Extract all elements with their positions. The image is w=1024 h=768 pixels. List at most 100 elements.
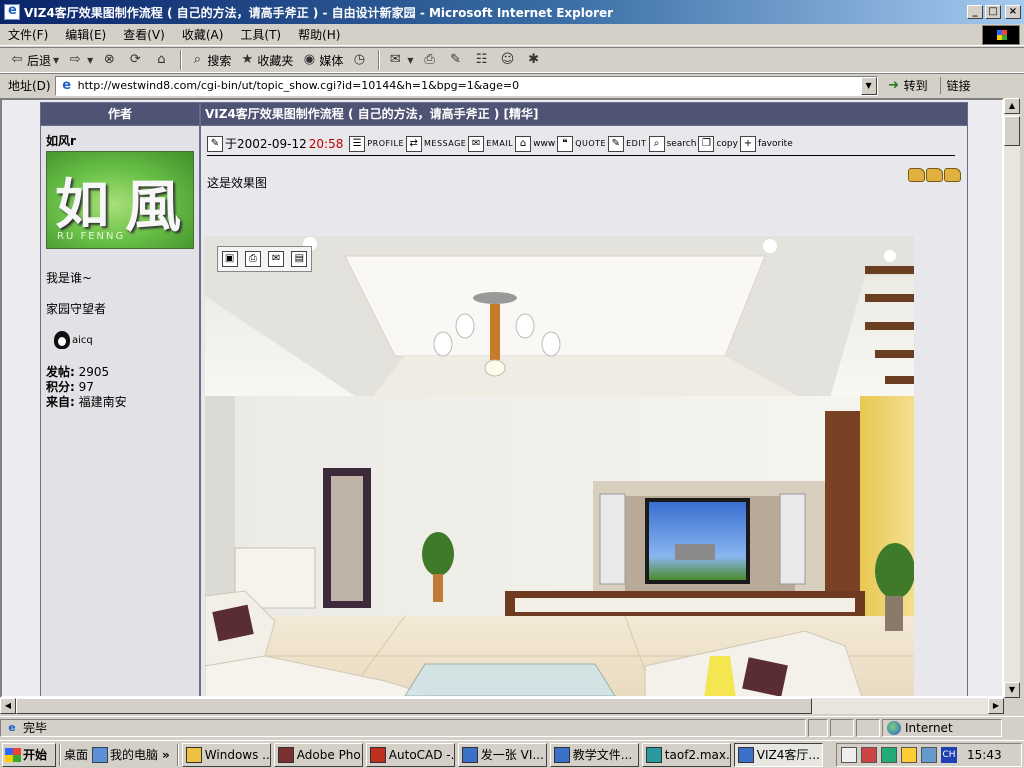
messenger-button[interactable]: ☺ — [497, 49, 521, 71]
clock[interactable]: 15:43 — [967, 748, 1002, 762]
home-button[interactable]: ⌂ — [150, 49, 174, 71]
tray-app-icon[interactable] — [881, 747, 897, 763]
search-icon: ⌕ — [648, 135, 665, 152]
warning-icon[interactable] — [901, 747, 917, 763]
scroll-up-button[interactable]: ▲ — [1004, 98, 1020, 114]
menu-bar: 文件(F) 编辑(E) 查看(V) 收藏(A) 工具(T) 帮助(H) — [0, 24, 1024, 46]
ie-icon[interactable] — [4, 3, 20, 20]
scroll-down-button[interactable]: ▼ — [1004, 682, 1020, 698]
from-location: 福建南安 — [78, 395, 127, 409]
task-button-autocad[interactable]: AutoCAD -... — [365, 742, 455, 767]
living-room-render-image[interactable]: ▣ ⎙ ✉ ▤ — [205, 236, 914, 696]
mail-button[interactable]: ✉ ▼ — [384, 49, 416, 71]
rating-thumbs — [908, 168, 961, 182]
task-button-max-file[interactable]: taof2.max... — [641, 742, 731, 767]
start-button[interactable]: 开始 — [2, 742, 56, 767]
address-dropdown-button[interactable]: ▼ — [860, 76, 877, 95]
my-pictures-icon[interactable]: ▤ — [291, 251, 308, 267]
minimize-button[interactable]: _ — [967, 5, 983, 19]
search-link[interactable]: ⌕ search — [648, 135, 696, 152]
quote-link[interactable]: ❝ QUOTE — [557, 135, 607, 152]
links-button[interactable]: 链接 — [939, 77, 971, 94]
author-name[interactable]: 如风r — [46, 132, 194, 149]
message-icon: ⇄ — [406, 135, 422, 152]
edit-link[interactable]: ✎ EDIT — [608, 135, 646, 152]
search-button[interactable]: ⌕ 搜索 — [186, 49, 234, 71]
task-button-windows[interactable]: Windows ... — [181, 742, 271, 767]
title-bar[interactable]: VIZ4客厅效果图制作流程 ( 自己的方法，请高手斧正 ) - 自由设计新家园 … — [0, 0, 1024, 24]
message-link[interactable]: ⇄ MESSAGE — [406, 135, 466, 152]
autocad-icon — [369, 746, 386, 763]
search-label: 搜索 — [207, 53, 232, 68]
horizontal-scroll-thumb[interactable] — [16, 698, 812, 714]
profile-link[interactable]: ☰ PROFILE — [349, 135, 404, 152]
favorites-button[interactable]: ★ 收藏夹 — [236, 49, 296, 71]
quote-label: QUOTE — [575, 139, 607, 148]
address-field[interactable]: e ▼ — [54, 75, 878, 96]
address-input[interactable] — [77, 79, 861, 92]
avatar: 如 風 RU FENNG — [46, 151, 194, 249]
history-button[interactable]: ◷ — [348, 49, 372, 71]
network-icon[interactable] — [921, 747, 937, 763]
horizontal-scrollbar[interactable]: ◀ ▶ — [0, 698, 1004, 714]
copy-link[interactable]: ❐ copy — [698, 135, 738, 152]
discuss-button[interactable]: ☷ — [471, 49, 495, 71]
qq-contact[interactable]: aicq — [54, 331, 194, 349]
computer-icon — [92, 746, 109, 763]
go-button[interactable]: ➜ 转到 — [886, 77, 927, 94]
task-button-teaching-files[interactable]: 教学文件... — [549, 742, 639, 767]
task-button-photoshop[interactable]: Adobe Pho... — [273, 742, 363, 767]
thumbs-up-icon[interactable] — [908, 168, 925, 182]
media-button[interactable]: ◉ 媒体 — [298, 49, 346, 71]
email-link[interactable]: ✉ EMAIL — [468, 135, 513, 152]
stop-icon: ⊗ — [103, 52, 115, 67]
task-label: Windows ... — [204, 747, 271, 762]
scroll-left-button[interactable]: ◀ — [0, 698, 16, 714]
quicklaunch-more-button[interactable]: » — [162, 748, 170, 762]
extra-tool-button[interactable]: ✱ — [523, 49, 547, 71]
stop-button[interactable]: ⊗ — [98, 49, 122, 71]
author-column-header: 作者 — [41, 103, 199, 125]
my-computer-shortcut[interactable]: 我的电脑 — [92, 744, 158, 766]
menu-tools[interactable]: 工具(T) — [240, 26, 281, 43]
tool-icon: ✱ — [528, 52, 539, 67]
print-image-icon[interactable]: ⎙ — [244, 251, 261, 267]
desktop-toolbar[interactable]: 桌面 — [64, 744, 88, 766]
task-button-current-ie[interactable]: VIZ4客厅... — [733, 742, 823, 767]
vertical-scrollbar[interactable]: ▲ ▼ — [1004, 98, 1020, 698]
forward-dropdown-icon[interactable]: ▼ — [87, 56, 93, 65]
back-button[interactable]: ⇦ 后退 ▼ — [6, 49, 62, 71]
close-button[interactable]: × — [1005, 5, 1021, 19]
forward-button[interactable]: ⇨ ▼ — [64, 49, 96, 71]
menu-favorites[interactable]: 收藏(A) — [182, 26, 224, 43]
www-link[interactable]: ⌂ www — [515, 135, 555, 152]
render-image-graphic — [205, 236, 914, 696]
mail-dropdown-icon[interactable]: ▼ — [407, 56, 413, 65]
save-image-icon[interactable]: ▣ — [221, 251, 238, 267]
vertical-scroll-thumb[interactable] — [1004, 116, 1020, 146]
menu-view[interactable]: 查看(V) — [123, 26, 165, 43]
ime-indicator[interactable]: CH — [941, 747, 957, 763]
scroll-right-button[interactable]: ▶ — [988, 698, 1004, 714]
avatar-caption: RU FENNG — [57, 231, 126, 242]
maximize-button[interactable]: □ — [985, 5, 1001, 19]
messenger-icon: ☺ — [500, 52, 515, 67]
menu-help[interactable]: 帮助(H) — [298, 26, 340, 43]
desktop-label: 桌面 — [64, 748, 89, 762]
thumbs-up-icon[interactable] — [944, 168, 961, 182]
email-image-icon[interactable]: ✉ — [268, 251, 285, 267]
edit-button[interactable]: ✎ — [445, 49, 469, 71]
menu-edit[interactable]: 编辑(E) — [65, 26, 106, 43]
back-dropdown-icon[interactable]: ▼ — [53, 56, 59, 65]
tray-app-icon[interactable] — [861, 747, 877, 763]
menu-file[interactable]: 文件(F) — [8, 26, 48, 43]
posts-count: 2905 — [78, 365, 110, 379]
thumbs-up-icon[interactable] — [926, 168, 943, 182]
favorite-link[interactable]: + favorite — [739, 135, 793, 152]
photoshop-icon — [277, 746, 294, 763]
volume-icon[interactable] — [841, 747, 857, 763]
task-button-post[interactable]: 发一张 VI... — [457, 742, 547, 767]
refresh-button[interactable]: ⟳ — [124, 49, 148, 71]
zone-pane: Internet — [882, 718, 1002, 737]
print-button[interactable]: ⎙ — [419, 49, 443, 71]
